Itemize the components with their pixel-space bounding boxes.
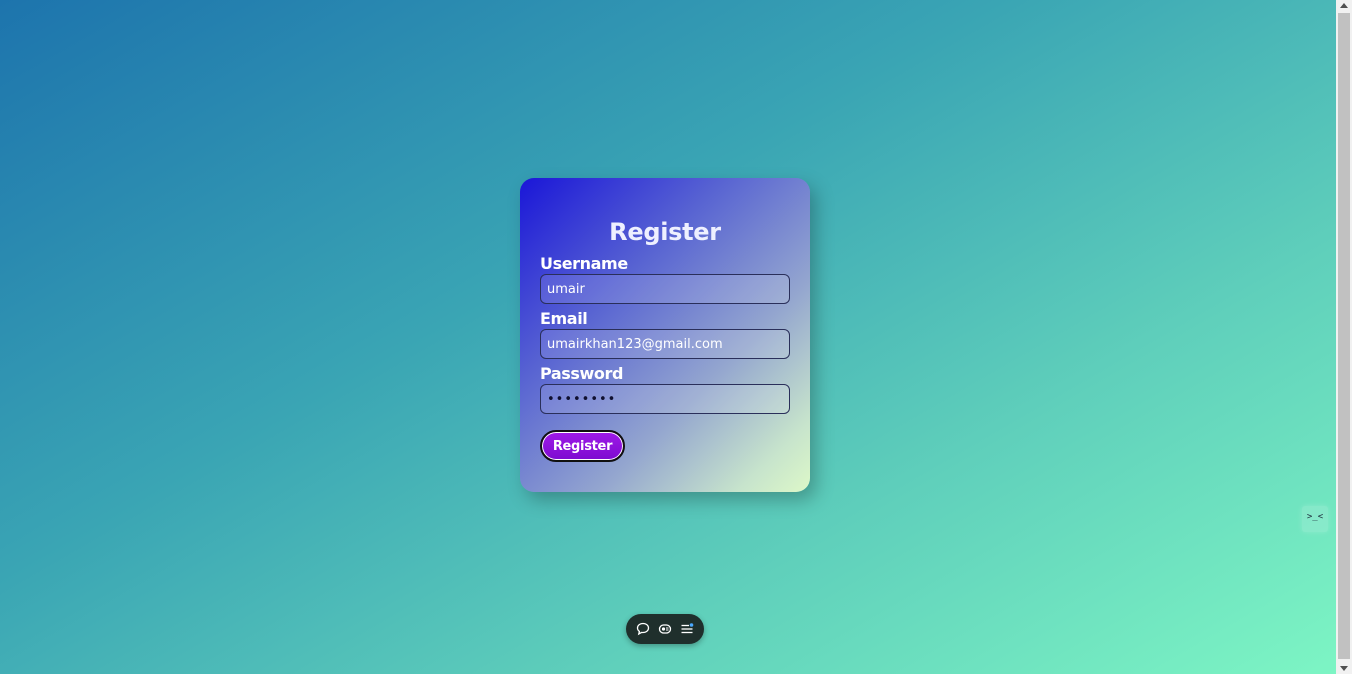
email-label: Email	[540, 309, 588, 328]
username-input[interactable]	[540, 274, 790, 304]
side-widget-label: >_<	[1306, 512, 1324, 522]
scroll-down-arrow-icon[interactable]	[1340, 666, 1348, 671]
comment-button[interactable]	[634, 620, 652, 638]
scroll-thumb[interactable]	[1338, 13, 1350, 659]
scroll-up-arrow-icon[interactable]	[1340, 3, 1348, 8]
side-widget[interactable]: >_<	[1302, 506, 1328, 532]
register-button[interactable]: Register	[540, 430, 625, 462]
page-background: Register Username Email Password Registe…	[0, 0, 1336, 674]
register-card: Register Username Email Password Registe…	[520, 178, 810, 492]
floating-toolbar	[626, 614, 704, 644]
email-input[interactable]	[540, 329, 790, 359]
comment-icon	[636, 622, 650, 636]
password-input[interactable]	[540, 384, 790, 414]
password-label: Password	[540, 364, 624, 383]
visibility-button[interactable]	[656, 620, 674, 638]
menu-list-icon	[681, 623, 694, 634]
form-title: Register	[609, 218, 721, 246]
menu-button[interactable]	[678, 620, 696, 638]
vertical-scrollbar[interactable]	[1336, 0, 1352, 674]
username-label: Username	[540, 254, 628, 273]
eye-toggle-icon	[658, 624, 672, 634]
